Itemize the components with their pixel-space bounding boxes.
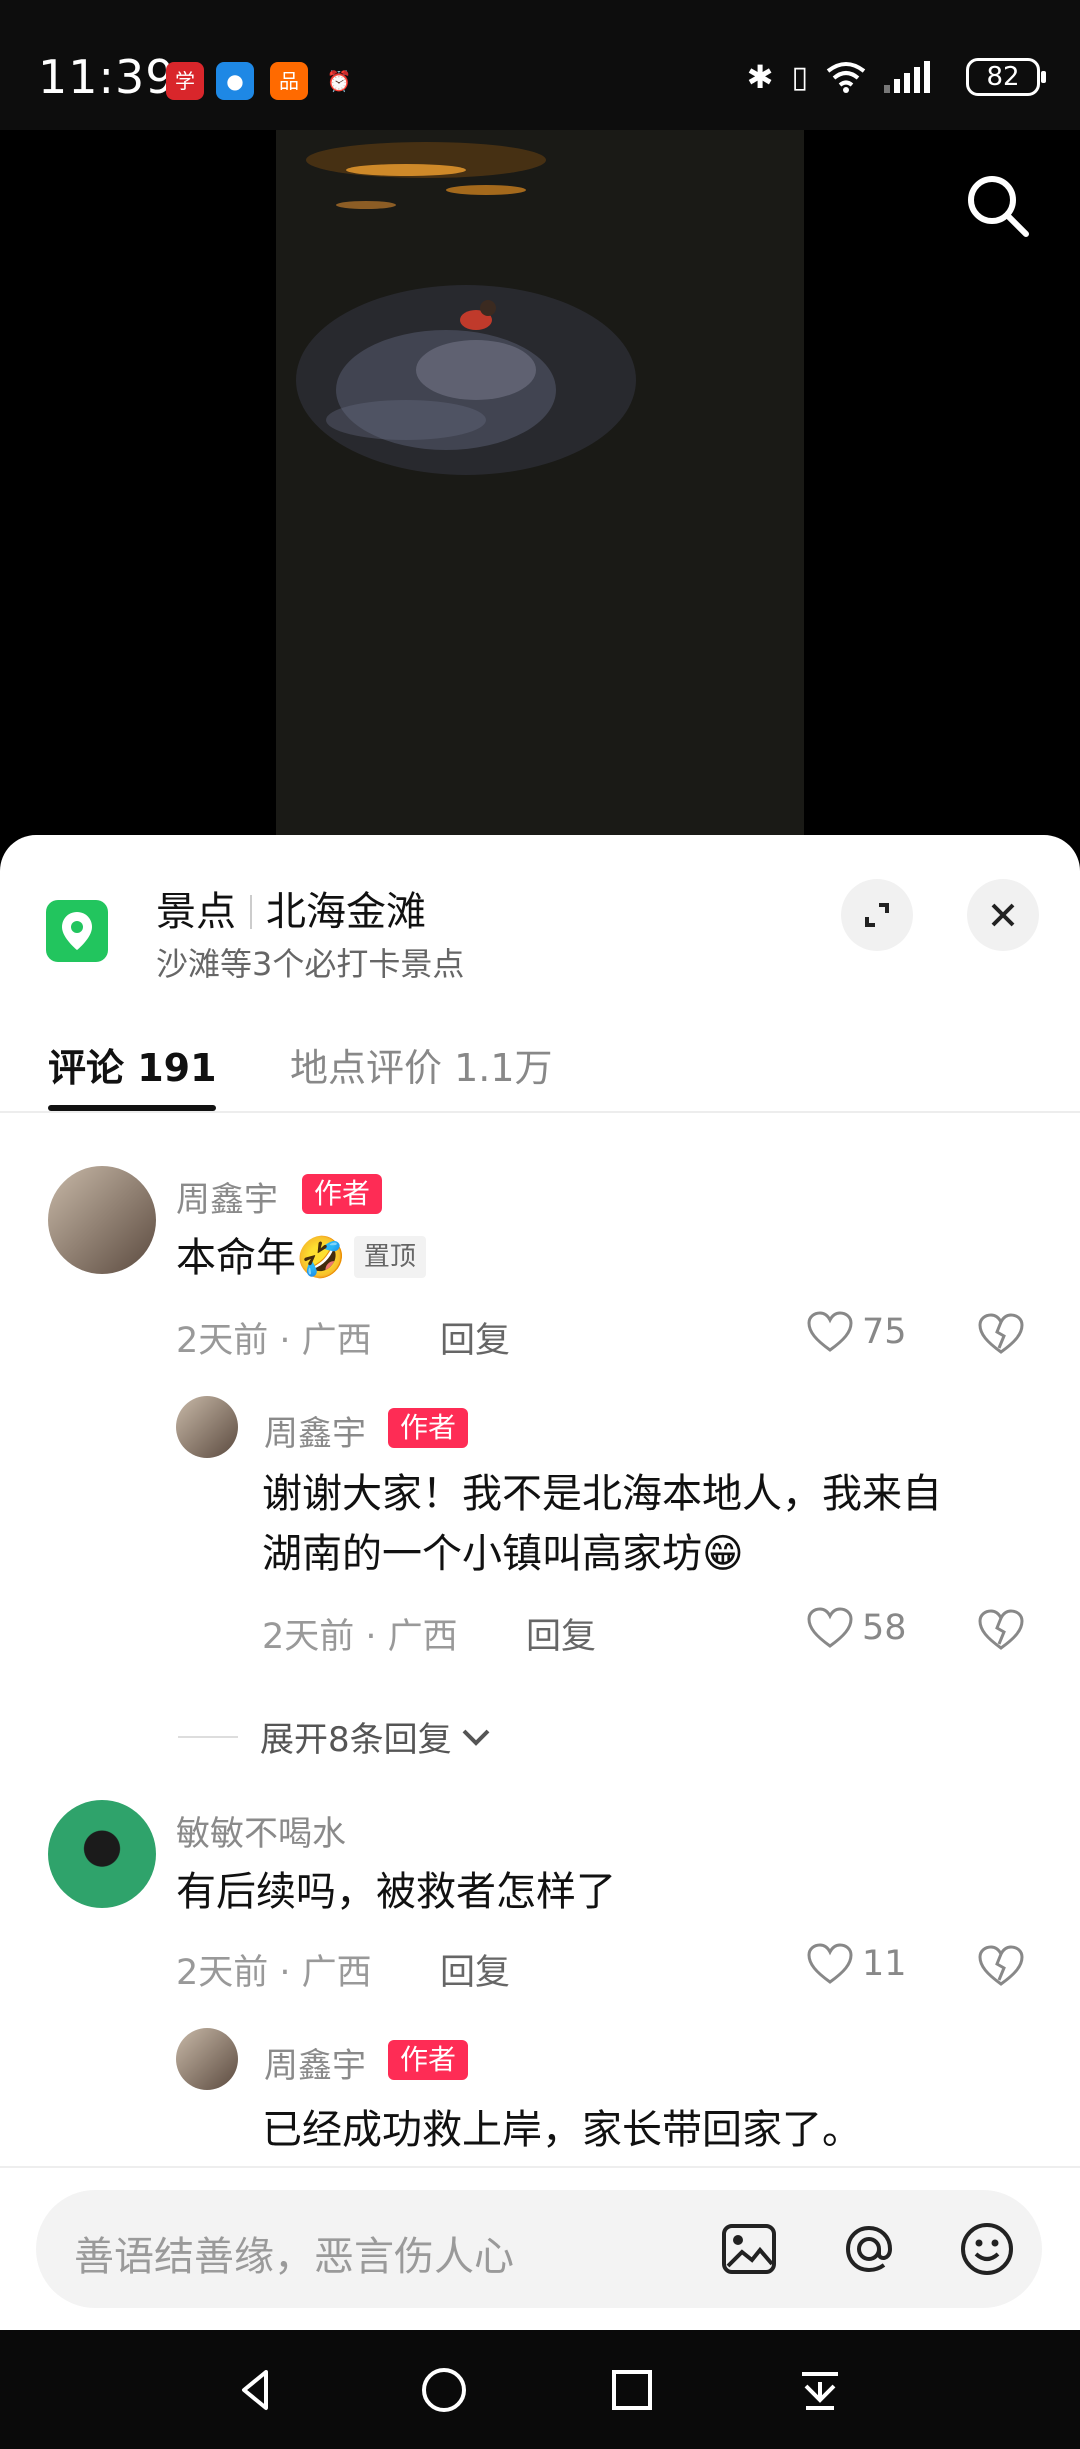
signal-icon: [884, 61, 930, 93]
home-nav-icon[interactable]: [414, 2360, 474, 2420]
search-icon[interactable]: [962, 170, 1032, 240]
video-player[interactable]: [0, 130, 1080, 835]
like-count: 58: [862, 1608, 907, 1648]
comment-meta: 2天前 · 广西: [176, 1321, 372, 1361]
status-time: 11:39: [38, 50, 176, 104]
location-title[interactable]: 景点 北海金滩: [156, 879, 426, 937]
comment-tabs: 评论 191 地点评价 1.1万: [0, 1015, 1080, 1113]
reply-button[interactable]: 回复: [440, 1944, 510, 1995]
close-icon: [991, 903, 1015, 927]
alarm-icon: ⏰: [326, 69, 352, 93]
system-navbar: [0, 2330, 1080, 2449]
avatar[interactable]: [176, 2028, 238, 2090]
like-count: 11: [862, 1944, 907, 1984]
comment-input[interactable]: 善语结善缘，恶言伤人心: [36, 2190, 1042, 2308]
reply-username[interactable]: 周鑫宇: [264, 1406, 366, 1455]
heart-icon: [807, 1607, 853, 1648]
reply-text-line: 谢谢大家！我不是北海本地人，我来自: [262, 1471, 942, 1517]
emoji-icon[interactable]: [954, 2216, 1020, 2282]
dislike-heart-icon[interactable]: [976, 1310, 1026, 1356]
at-icon[interactable]: [836, 2216, 902, 2282]
comment-location: 广西: [301, 1953, 372, 1993]
reply-meta: 2天前 · 广西: [262, 1617, 458, 1657]
dislike-heart-icon[interactable]: [976, 1606, 1026, 1652]
like-button[interactable]: 58: [806, 1606, 907, 1650]
expand-replies-label: 展开8条回复: [260, 1720, 452, 1760]
reply-username[interactable]: 周鑫宇: [264, 2038, 366, 2087]
avatar[interactable]: [48, 1800, 156, 1908]
download-nav-icon[interactable]: [790, 2360, 850, 2420]
pinned-badge: 置顶: [353, 1236, 426, 1278]
back-nav-icon[interactable]: [226, 2360, 286, 2420]
avatar[interactable]: [48, 1166, 156, 1274]
tab-indicator: [48, 1105, 216, 1111]
comment-username[interactable]: 周鑫宇: [176, 1172, 278, 1221]
reply-location: 广西: [387, 1617, 458, 1657]
reply-time: 2天前: [262, 1617, 355, 1657]
video-thumbnail: [276, 130, 804, 835]
reply-text: 已经成功救上岸，家长带回家了。: [262, 2107, 862, 2153]
expand-replies-button[interactable]: 展开8条回复: [178, 1712, 494, 1761]
image-icon[interactable]: [716, 2216, 782, 2282]
like-button[interactable]: 75: [806, 1310, 907, 1354]
expand-button[interactable]: [841, 879, 913, 951]
chevron-down-icon: [462, 1729, 490, 1746]
location-category: 景点: [156, 889, 236, 935]
bluetooth-icon: ✱: [746, 58, 774, 96]
location-subtitle[interactable]: 沙滩等3个必打卡景点: [156, 939, 464, 985]
dislike-heart-icon[interactable]: [976, 1942, 1026, 1988]
comment-meta: 2天前 · 广西: [176, 1953, 372, 1993]
tab-place-reviews[interactable]: 地点评价 1.1万: [290, 1037, 553, 1092]
reply-button[interactable]: 回复: [440, 1312, 510, 1363]
avatar[interactable]: [176, 1396, 238, 1458]
like-button[interactable]: 11: [806, 1942, 907, 1986]
heart-icon: [807, 1311, 853, 1352]
comment-text-content: 本命年🤣: [176, 1235, 346, 1281]
reply-text: 谢谢大家！我不是北海本地人，我来自 湖南的一个小镇叫高家坊😁: [262, 1464, 942, 1584]
tab-comments[interactable]: 评论 191: [48, 1037, 217, 1092]
video-frame[interactable]: [276, 130, 804, 835]
expand-icon: [865, 903, 889, 927]
location-pin-icon: [46, 900, 108, 962]
news-app-icon: 学: [166, 62, 204, 100]
recents-nav-icon[interactable]: [602, 2360, 662, 2420]
status-bar: 11:39 学 ● 品 ⏰ ✱ ▯ 82: [0, 0, 1080, 130]
comment-text: 本命年🤣 置顶: [176, 1228, 426, 1288]
message-app-icon: ●: [216, 62, 254, 100]
comment-location: 广西: [301, 1321, 372, 1361]
like-count: 75: [862, 1312, 907, 1352]
author-badge: 作者: [388, 2040, 469, 2080]
vibrate-icon: ▯: [791, 59, 808, 95]
author-badge: 作者: [388, 1408, 469, 1448]
wifi-icon: [826, 62, 866, 93]
comment-input-placeholder: 善语结善缘，恶言伤人心: [74, 2234, 514, 2280]
comment-time: 2天前: [176, 1321, 269, 1361]
expand-divider: [178, 1735, 238, 1738]
comment-text: 有后续吗，被救者怎样了: [176, 1869, 616, 1915]
app-icon: 品: [270, 62, 308, 100]
reply-button[interactable]: 回复: [526, 1608, 596, 1659]
close-button[interactable]: [967, 879, 1039, 951]
reply-text-line: 湖南的一个小镇叫高家坊😁: [262, 1531, 744, 1577]
location-name: 北海金滩: [266, 889, 426, 935]
comment-time: 2天前: [176, 1953, 269, 1993]
comment-username[interactable]: 敏敏不喝水: [176, 1806, 346, 1855]
heart-icon: [807, 1943, 853, 1984]
battery-indicator: 82: [966, 58, 1046, 96]
comment-input-bar: 善语结善缘，恶言伤人心: [0, 2166, 1080, 2332]
title-divider: [250, 895, 252, 929]
author-badge: 作者: [302, 1174, 383, 1214]
